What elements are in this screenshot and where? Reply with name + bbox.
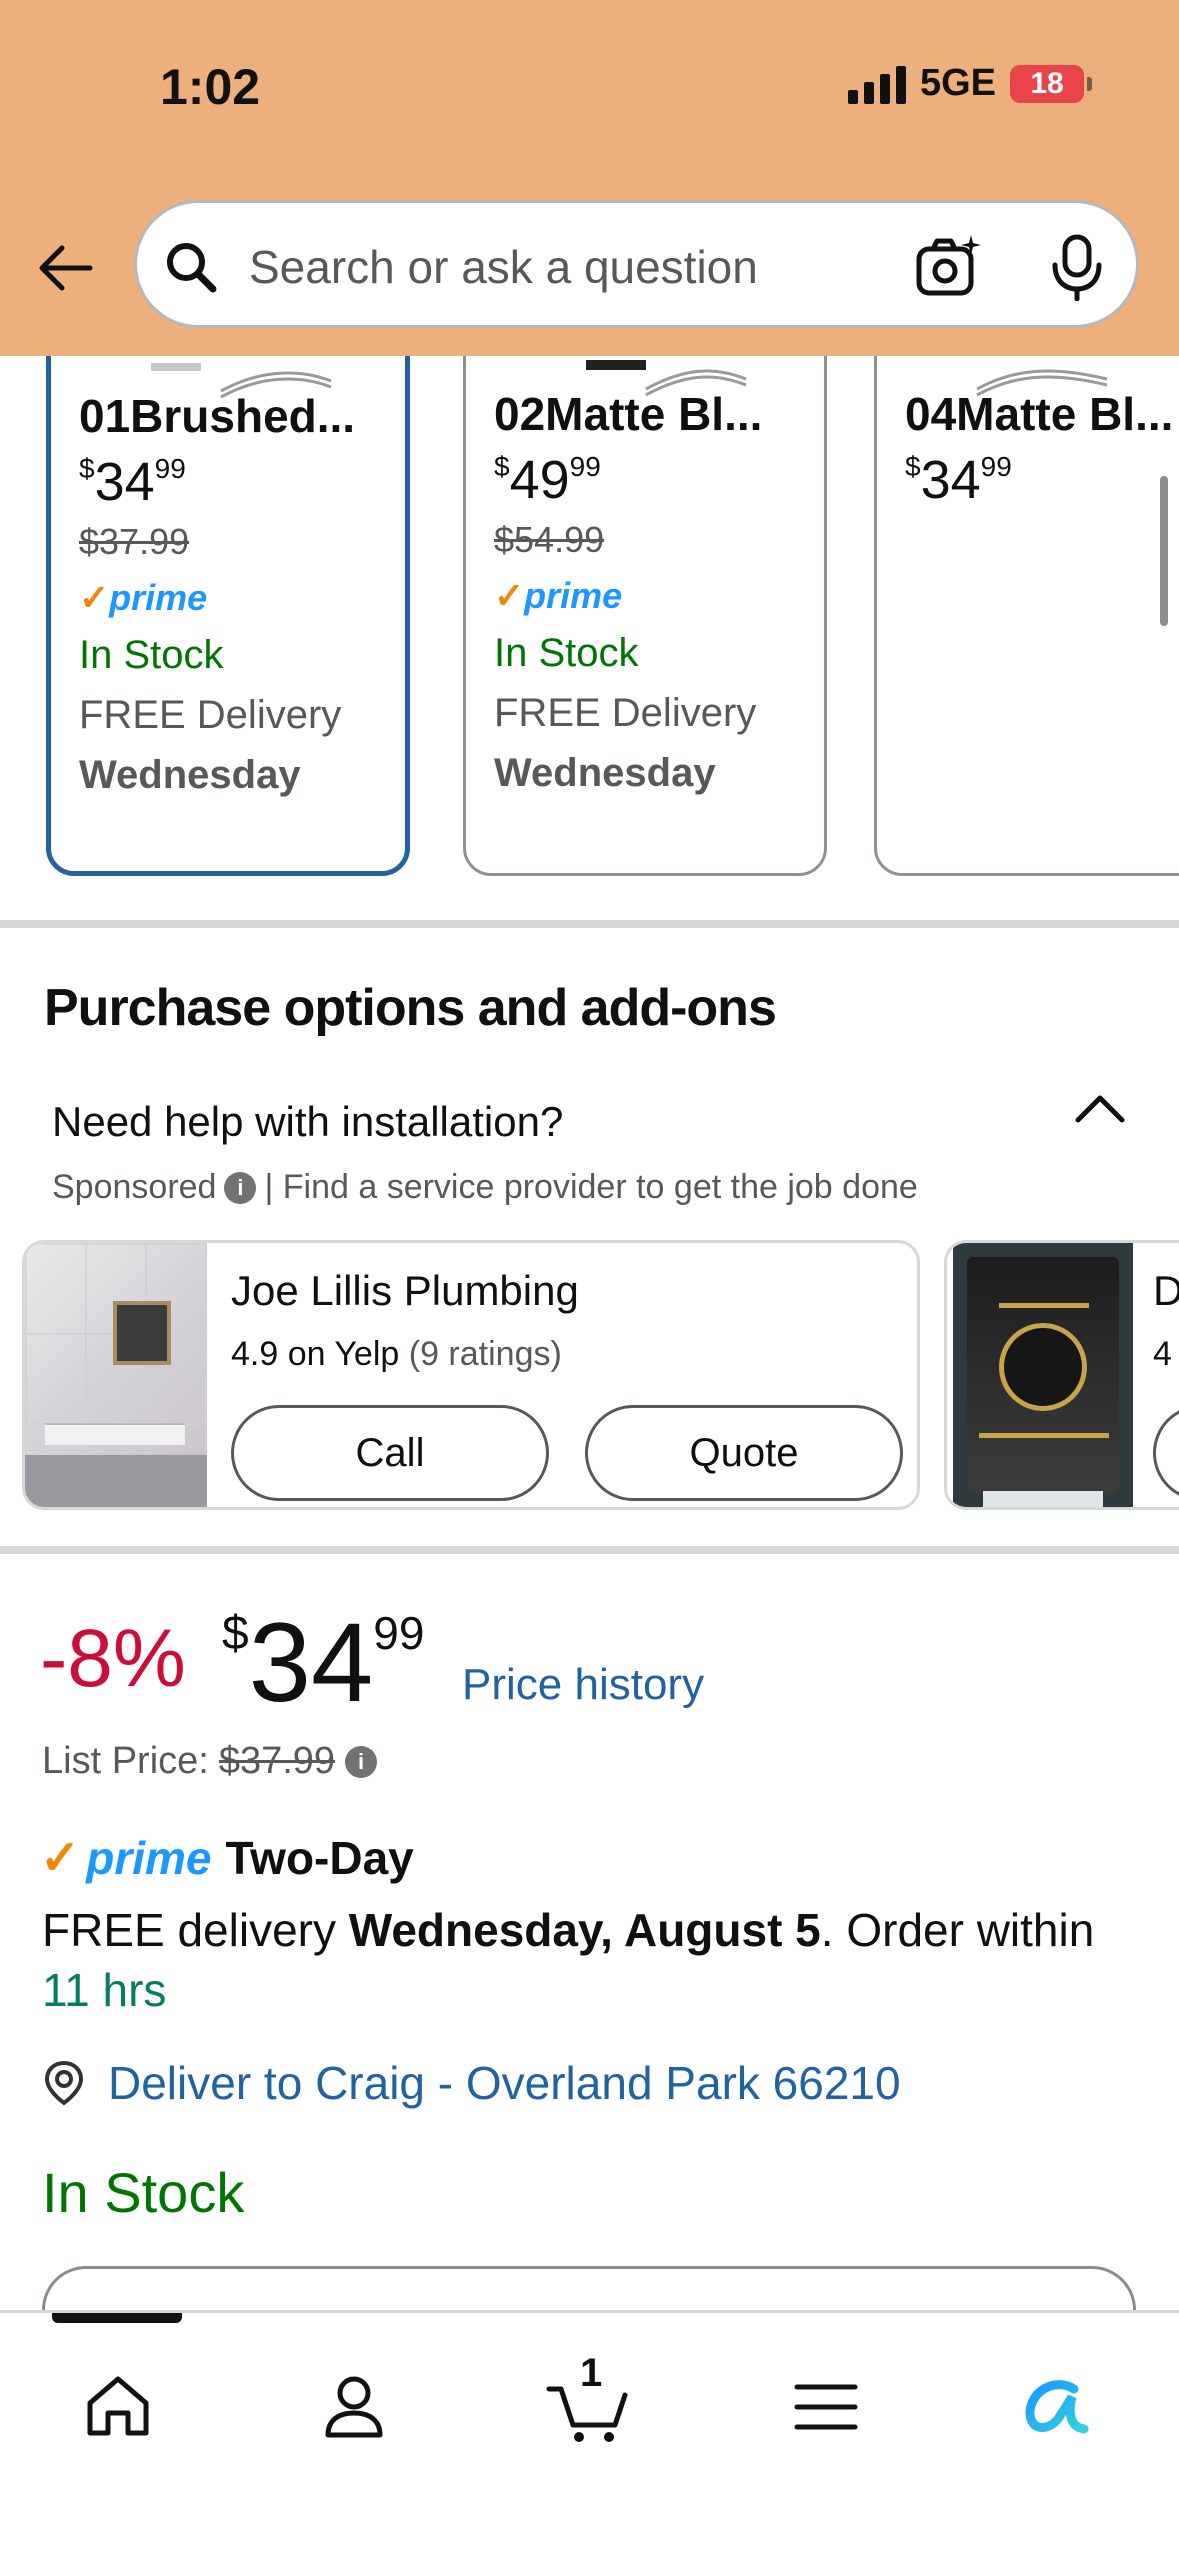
prime-two-day-badge: ✓ prime Two-Day [40, 1832, 414, 1885]
active-tab-indicator [52, 2313, 182, 2323]
camera-search-icon[interactable] [913, 231, 985, 303]
variant-list-price: $37.99 [79, 521, 190, 562]
variant-stock: In Stock [494, 631, 639, 675]
sponsored-label: Sponsored [52, 1168, 217, 1206]
sponsored-text: | Find a service provider to get the job… [264, 1168, 918, 1206]
info-icon[interactable]: i [345, 1745, 378, 1778]
chevron-up-icon[interactable] [1070, 1088, 1130, 1128]
variant-price: $4999 [494, 450, 601, 510]
call-button[interactable] [1153, 1405, 1179, 1501]
prime-check-icon: ✓ [40, 1832, 81, 1885]
stock-status: In Stock [42, 2161, 245, 2224]
provider-name: D [1153, 1267, 1179, 1315]
nav-account[interactable] [304, 2357, 404, 2457]
carousel-scroll-indicator [1160, 476, 1168, 626]
provider-card[interactable]: Joe Lillis Plumbing 4.9 on Yelp (9 ratin… [22, 1240, 920, 1510]
discount-percent: -8% [40, 1613, 186, 1704]
signal-icon [847, 64, 906, 104]
status-indicators: 5GE 18 [847, 62, 1092, 105]
microphone-icon[interactable] [1049, 233, 1105, 301]
variant-delivery-day: Wednesday [494, 751, 716, 795]
variant-list-price: $54.99 [494, 519, 605, 560]
variant-delivery: FREE Delivery [79, 693, 342, 737]
prime-badge: ✓prime [494, 575, 623, 616]
nav-menu[interactable] [776, 2357, 876, 2457]
provider-rating: 4 [1153, 1335, 1172, 1373]
nav-rufus[interactable] [1006, 2357, 1106, 2457]
variant-title: 04Matte Bl... [905, 388, 1174, 440]
home-icon [87, 2376, 149, 2436]
variant-card-matte-black-2[interactable]: 04Matte Bl... $3499 [874, 356, 1179, 876]
shower-photo [25, 1243, 207, 1507]
call-button[interactable]: Call [231, 1405, 549, 1501]
network-type: 5GE [919, 62, 996, 104]
battery-level: 18 [1030, 66, 1064, 100]
variant-title: 01Brushed... [79, 390, 356, 442]
person-icon [325, 2376, 383, 2438]
location-pin-icon [44, 2060, 84, 2106]
delivery-info: FREE delivery Wednesday, August 5. Order… [42, 1904, 1095, 2016]
price-history-link[interactable]: Price history [462, 1660, 704, 1710]
variant-stock: In Stock [79, 633, 224, 677]
menu-icon [794, 2384, 858, 2430]
sponsored-note: Sponsored i | Find a service provider to… [52, 1168, 918, 1207]
info-icon[interactable]: i [224, 1171, 257, 1204]
current-price: $3499 [222, 1600, 425, 1725]
variant-price: $3499 [79, 452, 186, 512]
deliver-to-text: Deliver to Craig - Overland Park 66210 [108, 2057, 901, 2109]
section-divider [0, 920, 1179, 928]
variant-card-brushed[interactable]: 01Brushed... $3499 $37.99 ✓prime In Stoc… [46, 356, 410, 876]
purchase-options-title: Purchase options and add-ons [44, 979, 777, 1037]
deliver-to-link[interactable]: Deliver to Craig - Overland Park 66210 [40, 2056, 901, 2110]
rufus-ai-icon [1025, 2380, 1089, 2434]
search-icon [167, 243, 217, 293]
bottom-navigation: 1 [0, 2310, 1179, 2559]
app-header: 1:02 5GE 18 [0, 0, 1179, 356]
nav-cart[interactable]: 1 [540, 2351, 640, 2457]
award-plaque-image [953, 1243, 1133, 1507]
back-arrow-icon[interactable] [36, 238, 96, 298]
provider-rating: 4.9 on Yelp (9 ratings) [231, 1335, 562, 1373]
provider-name: Joe Lillis Plumbing [231, 1267, 579, 1314]
countdown: 11 hrs [42, 1964, 167, 2016]
variant-delivery: FREE Delivery [494, 691, 757, 735]
search-input[interactable] [247, 231, 951, 303]
list-price: List Price: $37.99 i [42, 1740, 378, 1783]
section-divider [0, 1546, 1179, 1554]
installation-help-heading[interactable]: Need help with installation? [52, 1098, 563, 1146]
cart-count: 1 [580, 2351, 603, 2395]
variant-carousel: 01Brushed... $3499 $37.99 ✓prime In Stoc… [0, 356, 1179, 886]
status-time: 1:02 [160, 59, 261, 115]
variant-delivery-day: Wednesday [79, 753, 301, 797]
prime-badge: ✓prime [79, 577, 208, 618]
nav-home[interactable] [68, 2357, 168, 2457]
search-bar[interactable] [134, 200, 1139, 328]
variant-title: 02Matte Bl... [494, 388, 763, 440]
quote-button[interactable]: Quote [585, 1405, 903, 1501]
variant-price: $3499 [905, 450, 1012, 510]
battery-icon: 18 [1010, 64, 1092, 103]
provider-card-2[interactable]: D 4 [944, 1240, 1179, 1510]
variant-card-matte-black[interactable]: 02Matte Bl... $4999 $54.99 ✓prime In Sto… [463, 356, 827, 876]
